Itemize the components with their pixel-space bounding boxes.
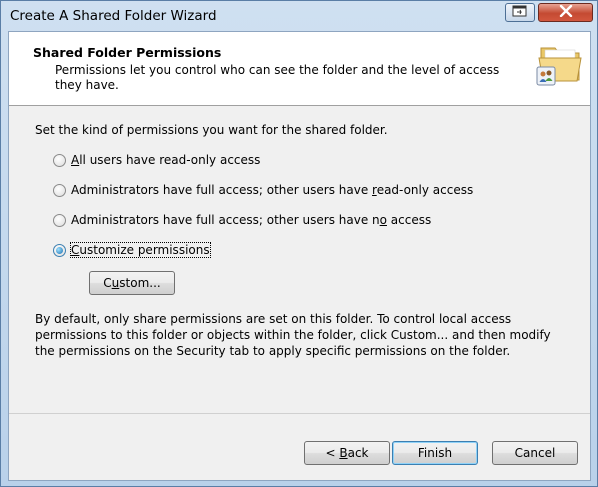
window-title: Create A Shared Folder Wizard <box>10 8 217 24</box>
option-admin-full-users-read-label: Administrators have full access; other u… <box>71 183 474 197</box>
footer-separator <box>9 413 590 414</box>
close-icon <box>559 4 573 20</box>
header-title: Shared Folder Permissions <box>33 45 222 60</box>
cancel-button[interactable]: Cancel <box>492 441 578 465</box>
wizard-window: Create A Shared Folder Wizard Shared Fol… <box>0 0 598 487</box>
wizard-header: Shared Folder Permissions Permissions le… <box>9 32 590 106</box>
back-button-label: < Back <box>325 446 369 460</box>
title-bar[interactable]: Create A Shared Folder Wizard <box>1 1 597 31</box>
option-admin-full-users-none[interactable]: Administrators have full access; other u… <box>53 213 431 227</box>
option-admin-full-users-read[interactable]: Administrators have full access; other u… <box>53 183 473 197</box>
context-help-icon <box>512 5 528 20</box>
back-button[interactable]: < Back <box>304 441 390 465</box>
intro-text: Set the kind of permissions you want for… <box>35 123 388 137</box>
option-read-only-label: All users have read-only access <box>71 153 261 167</box>
close-button[interactable] <box>538 3 593 22</box>
radio-customize[interactable] <box>53 243 66 257</box>
cancel-button-label: Cancel <box>514 446 556 460</box>
wizard-footer: < Back Finish Cancel <box>9 413 590 480</box>
radio-admin-full-users-none[interactable] <box>53 213 66 227</box>
help-button[interactable] <box>505 3 535 22</box>
info-text: By default, only share permissions are s… <box>35 312 551 358</box>
option-customize[interactable]: Customize permissions <box>53 242 211 258</box>
option-customize-label: Customize permissions <box>70 242 211 258</box>
custom-button-label: Custom... <box>103 276 161 290</box>
header-description: Permissions let you control who can see … <box>55 63 500 92</box>
shared-folder-icon <box>535 40 585 90</box>
option-read-only[interactable]: All users have read-only access <box>53 153 260 167</box>
finish-button-label: Finish <box>417 446 453 460</box>
radio-admin-full-users-read[interactable] <box>53 183 66 197</box>
finish-button[interactable]: Finish <box>392 441 478 465</box>
custom-button[interactable]: Custom... <box>89 271 175 295</box>
option-admin-full-users-none-label: Administrators have full access; other u… <box>71 213 432 227</box>
dialog-client-area: Shared Folder Permissions Permissions le… <box>8 31 591 481</box>
radio-read-only[interactable] <box>53 153 66 167</box>
